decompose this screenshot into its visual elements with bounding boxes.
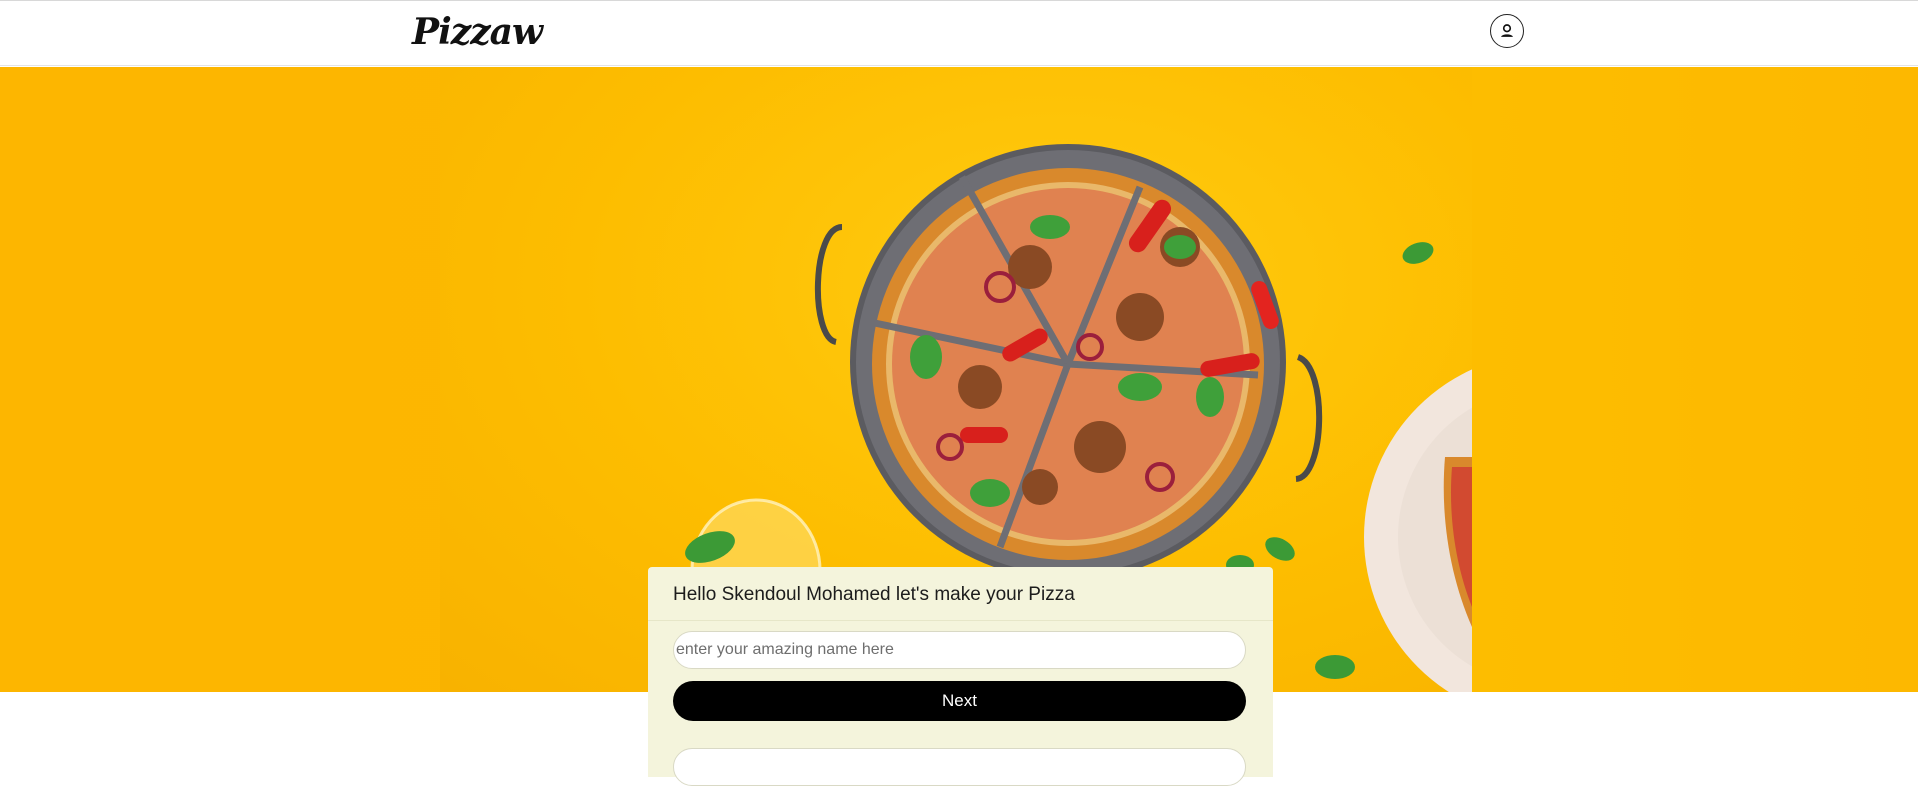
next-button[interactable]: Next — [673, 681, 1246, 721]
next-field-partial[interactable] — [673, 748, 1246, 786]
profile-button[interactable] — [1490, 14, 1524, 48]
top-navbar: Pizzaw — [0, 0, 1918, 66]
brand-logo[interactable]: Pizzaw — [412, 9, 543, 55]
user-circle-icon — [1501, 24, 1513, 37]
pizza-form-card: Hello Skendoul Mohamed let's make your P… — [648, 567, 1273, 786]
greeting-heading: Hello Skendoul Mohamed let's make your P… — [673, 584, 1075, 605]
card-divider — [648, 620, 1273, 621]
name-input[interactable] — [673, 631, 1246, 669]
